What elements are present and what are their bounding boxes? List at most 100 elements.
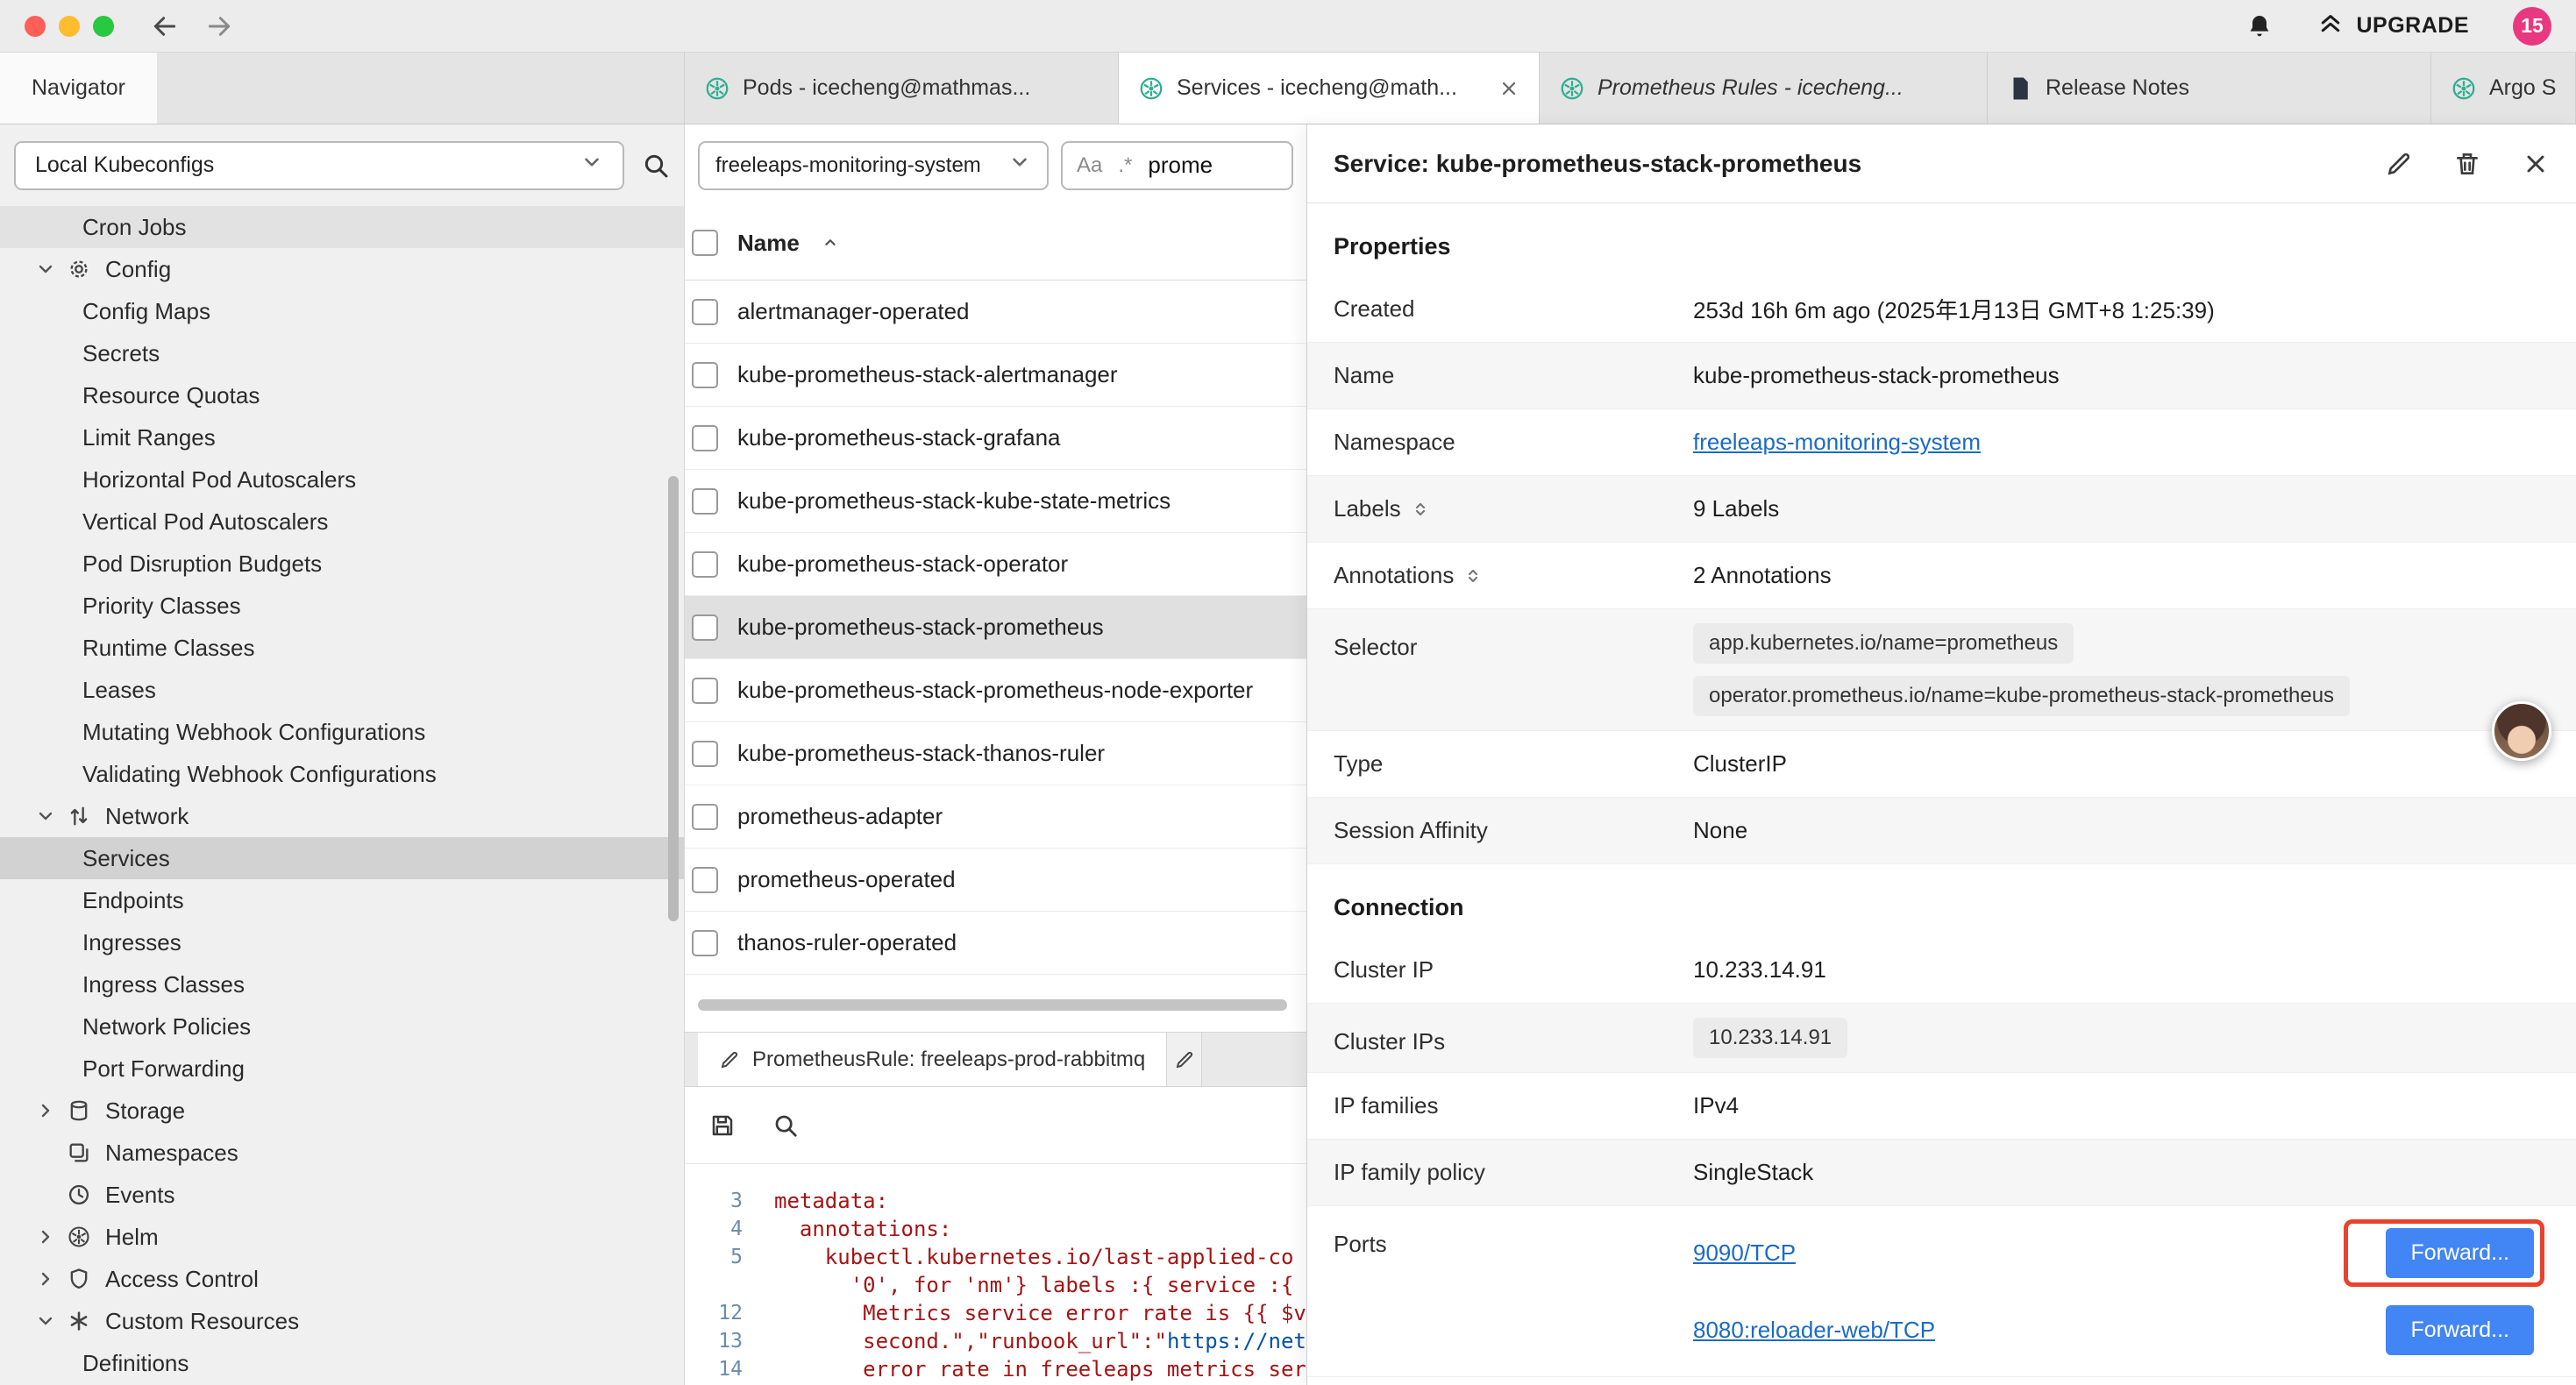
sidebar-item-config-maps[interactable]: Config Maps [0, 290, 684, 332]
row-checkbox[interactable] [692, 488, 718, 515]
forward-icon[interactable] [205, 12, 233, 40]
table-row[interactable]: kube-prometheus-stack-prometheus [685, 596, 1306, 659]
row-checkbox[interactable] [692, 299, 718, 325]
name-column-header[interactable]: Name [737, 230, 800, 257]
delete-trash-icon[interactable] [2453, 150, 2481, 178]
back-icon[interactable] [151, 12, 179, 40]
row-checkbox[interactable] [692, 614, 718, 641]
sidebar-item-pod-disruption-budgets[interactable]: Pod Disruption Budgets [0, 543, 684, 585]
sidebar-item-leases[interactable]: Leases [0, 669, 684, 711]
tab-argo-se[interactable]: Argo Se [2431, 53, 2576, 124]
sidebar-item-access-control[interactable]: Access Control [0, 1258, 684, 1300]
zoom-window-button[interactable] [93, 16, 114, 37]
horizontal-scrollbar[interactable] [698, 999, 1287, 1011]
row-checkbox[interactable] [692, 362, 718, 388]
sidebar-item-horizontal-pod-autoscalers[interactable]: Horizontal Pod Autoscalers [0, 458, 684, 501]
port-link[interactable]: 9090/TCP [1693, 1239, 1796, 1267]
sidebar-item-helm[interactable]: Helm [0, 1216, 684, 1258]
sidebar-item-label: Endpoints [82, 887, 184, 914]
sidebar-item-port-forwarding[interactable]: Port Forwarding [0, 1048, 684, 1090]
table-row[interactable]: kube-prometheus-stack-grafana [685, 407, 1306, 470]
yaml-editor[interactable]: 3metadata:4 annotations:5 kubectl.kubern… [685, 1164, 1306, 1385]
notification-badge[interactable]: 15 [2513, 7, 2551, 46]
sidebar-item-ingresses[interactable]: Ingresses [0, 921, 684, 963]
table-row[interactable]: prometheus-adapter [685, 785, 1306, 849]
sidebar-item-services[interactable]: Services [0, 837, 684, 879]
sidebar-search-icon[interactable] [642, 152, 670, 180]
editor-tab-prometheusrule[interactable]: PrometheusRule: freeleaps-prod-rabbitmq [698, 1033, 1167, 1086]
table-row[interactable]: kube-prometheus-stack-operator [685, 533, 1306, 596]
table-row[interactable]: kube-prometheus-stack-kube-state-metrics [685, 470, 1306, 533]
table-row[interactable]: kube-prometheus-stack-prometheus-node-ex… [685, 659, 1306, 722]
row-checkbox[interactable] [692, 741, 718, 767]
sidebar-item-priority-classes[interactable]: Priority Classes [0, 585, 684, 627]
sidebar-item-config[interactable]: Config [0, 248, 684, 290]
sidebar-item-cron-jobs[interactable]: Cron Jobs [0, 206, 684, 248]
editor-tab-strip: PrometheusRule: freeleaps-prod-rabbitmq [685, 1032, 1306, 1087]
forward-button[interactable]: Forward... [2386, 1305, 2534, 1355]
row-checkbox[interactable] [692, 867, 718, 893]
kubeconfig-select[interactable]: Local Kubeconfigs [14, 141, 624, 190]
table-row[interactable]: kube-prometheus-stack-thanos-ruler [685, 722, 1306, 785]
row-checkbox[interactable] [692, 678, 718, 704]
tab-pods-icecheng-mathmas[interactable]: Pods - icecheng@mathmas... [685, 53, 1119, 124]
upgrade-button[interactable]: UPGRADE [2317, 10, 2469, 42]
tab-release-notes[interactable]: Release Notes [1988, 53, 2431, 124]
minimize-window-button[interactable] [59, 16, 80, 37]
sidebar-item-storage[interactable]: Storage [0, 1090, 684, 1132]
tab-prometheus-rules-icecheng[interactable]: Prometheus Rules - icecheng... [1540, 53, 1988, 124]
edit-pencil-icon[interactable] [2385, 150, 2413, 178]
sidebar-item-endpoints[interactable]: Endpoints [0, 879, 684, 921]
notifications-bell-icon[interactable] [2245, 12, 2274, 40]
user-avatar[interactable] [2492, 701, 2551, 761]
table-row[interactable]: thanos-ruler-operated [685, 912, 1306, 975]
sort-toggle-icon[interactable] [1410, 499, 1431, 520]
tab-close-icon[interactable] [1498, 78, 1519, 99]
row-checkbox[interactable] [692, 804, 718, 830]
sidebar-item-limit-ranges[interactable]: Limit Ranges [0, 416, 684, 458]
sidebar-item-mutating-webhook-configurations[interactable]: Mutating Webhook Configurations [0, 711, 684, 753]
chevron-right-icon[interactable] [35, 1268, 58, 1289]
tab-services-icecheng-math[interactable]: Services - icecheng@math... [1119, 53, 1540, 124]
sidebar-item-runtime-classes[interactable]: Runtime Classes [0, 627, 684, 669]
sidebar-item-events[interactable]: Events [0, 1174, 684, 1216]
navigator-panel-tab[interactable]: Navigator [0, 53, 157, 124]
sidebar-item-definitions[interactable]: Definitions [0, 1342, 684, 1384]
match-case-toggle[interactable]: Aa [1077, 153, 1102, 178]
sidebar-item-validating-webhook-configurations[interactable]: Validating Webhook Configurations [0, 753, 684, 795]
close-window-button[interactable] [25, 16, 46, 37]
sidebar-item-secrets[interactable]: Secrets [0, 332, 684, 374]
forward-button[interactable]: Forward... [2386, 1228, 2534, 1278]
sidebar-item-resource-quotas[interactable]: Resource Quotas [0, 374, 684, 416]
editor-search-icon[interactable] [772, 1112, 799, 1139]
regex-toggle[interactable]: .* [1118, 153, 1132, 178]
sidebar-item-network-policies[interactable]: Network Policies [0, 1005, 684, 1048]
chevron-down-icon[interactable] [35, 1310, 58, 1332]
service-search-input[interactable]: Aa .* prome [1061, 141, 1293, 190]
editor-tab-next[interactable] [1167, 1033, 1202, 1086]
table-row[interactable]: prometheus-operated [685, 849, 1306, 912]
chevron-down-icon[interactable] [35, 806, 58, 827]
table-row[interactable]: kube-prometheus-stack-alertmanager [685, 344, 1306, 407]
chevron-right-icon[interactable] [35, 1100, 58, 1121]
chevron-down-icon[interactable] [35, 259, 58, 280]
row-checkbox[interactable] [692, 425, 718, 451]
chevron-right-icon[interactable] [35, 1226, 58, 1247]
namespace-filter-select[interactable]: freeleaps-monitoring-system [698, 141, 1049, 190]
sort-toggle-icon[interactable] [1462, 565, 1484, 586]
service-name: kube-prometheus-stack-prometheus-node-ex… [737, 677, 1253, 704]
sidebar-item-network[interactable]: Network [0, 795, 684, 837]
select-all-checkbox[interactable] [692, 230, 718, 256]
close-icon[interactable] [2522, 150, 2550, 178]
sidebar-item-custom-resources[interactable]: Custom Resources [0, 1300, 684, 1342]
sidebar-item-namespaces[interactable]: Namespaces [0, 1132, 684, 1174]
save-icon[interactable] [709, 1112, 736, 1139]
row-checkbox[interactable] [692, 930, 718, 956]
sidebar-item-ingress-classes[interactable]: Ingress Classes [0, 963, 684, 1005]
namespace-link[interactable]: freeleaps-monitoring-system [1693, 429, 1981, 456]
sidebar-scrollbar[interactable] [668, 476, 679, 921]
port-link[interactable]: 8080:reloader-web/TCP [1693, 1317, 1935, 1344]
row-checkbox[interactable] [692, 551, 718, 578]
table-row[interactable]: alertmanager-operated [685, 281, 1306, 344]
sidebar-item-vertical-pod-autoscalers[interactable]: Vertical Pod Autoscalers [0, 501, 684, 543]
